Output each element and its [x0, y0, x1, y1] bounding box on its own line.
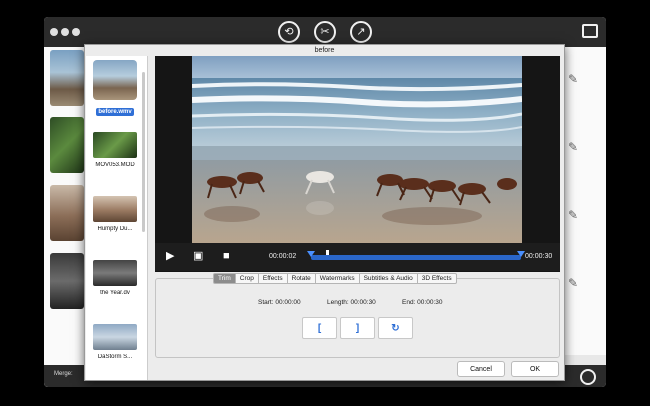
pencil-icon[interactable]: ✎	[568, 72, 578, 86]
trim-start: Start: 00:00:00	[258, 299, 301, 306]
timeline-slider[interactable]	[311, 255, 521, 260]
end-time: 00:00:30	[525, 253, 553, 260]
file-item-the-year[interactable]: the Year.dv	[91, 260, 139, 296]
file-list-scrollbar[interactable]	[142, 72, 145, 232]
pencil-icon[interactable]: ✎	[568, 140, 578, 154]
pencil-icon[interactable]: ✎	[568, 276, 578, 290]
export-icon[interactable]: ↗	[350, 21, 372, 43]
file-item-mov053[interactable]: MOV053.MOD	[91, 132, 139, 168]
edit-icon[interactable]: ✂	[314, 21, 336, 43]
trim-start-marker[interactable]	[307, 251, 315, 257]
close-window-icon[interactable]	[50, 28, 58, 36]
pencil-icon[interactable]: ✎	[568, 208, 578, 222]
file-label: MOV053.MOD	[95, 162, 135, 168]
file-thumb	[93, 324, 137, 350]
main-thumb-3[interactable]	[50, 185, 84, 241]
ok-button[interactable]: OK	[511, 361, 559, 377]
convert-start-icon[interactable]	[580, 369, 596, 385]
frame-icon[interactable]: ▣	[193, 251, 203, 262]
video-frame[interactable]	[192, 56, 522, 243]
set-end-button[interactable]: ]	[340, 317, 375, 339]
file-thumb	[93, 260, 137, 286]
convert-icon[interactable]: ⟲	[278, 21, 300, 43]
main-edit-strip	[564, 47, 606, 355]
stop-icon[interactable]: ■	[223, 251, 230, 262]
settings-icon[interactable]	[582, 24, 598, 38]
reset-button[interactable]: ↻	[378, 317, 413, 339]
play-icon[interactable]: ▶	[166, 251, 174, 262]
trim-length: Length: 00:00:30	[327, 299, 376, 306]
merge-label: Merge:	[54, 371, 73, 377]
tab-watermarks[interactable]: Watermarks	[315, 273, 360, 284]
dialog-title: before	[314, 47, 335, 54]
file-label: before.wmv	[96, 108, 134, 116]
tab-3d-effects[interactable]: 3D Effects	[417, 273, 457, 284]
file-thumb	[93, 132, 137, 158]
tab-rotate[interactable]: Rotate	[287, 273, 316, 284]
cancel-button[interactable]: Cancel	[457, 361, 505, 377]
file-item-dastorm[interactable]: DaStorm S...	[91, 324, 139, 360]
file-thumb	[93, 196, 137, 222]
video-preview: ▶ ▣ ■ 00:00:02 00:00:30	[155, 56, 560, 272]
main-thumb-1[interactable]	[50, 50, 84, 106]
tab-trim[interactable]: Trim	[213, 273, 236, 284]
trim-end-marker[interactable]	[517, 251, 525, 257]
stage: ⟲ ✂ ↗ ✎ ✎ ✎ ✎ Merge: before before.wmv M…	[0, 0, 650, 406]
file-label: the Year.dv	[100, 290, 130, 296]
tab-subtitles-audio[interactable]: Subtitles & Audio	[359, 273, 418, 284]
edit-dialog: before before.wmv MOV053.MOD Humpty Du..…	[84, 44, 565, 381]
file-item-before[interactable]: before.wmv	[91, 60, 139, 121]
player-controls: ▶ ▣ ■ 00:00:02 00:00:30	[155, 243, 560, 271]
file-label: Humpty Du...	[97, 226, 133, 232]
set-start-button[interactable]: [	[302, 317, 337, 339]
video-image	[192, 56, 522, 243]
tab-crop[interactable]: Crop	[235, 273, 259, 284]
trim-panel: Start: 00:00:00 Length: 00:00:30 End: 00…	[155, 278, 560, 358]
main-toolbar: ⟲ ✂ ↗	[44, 17, 606, 47]
main-thumb-2[interactable]	[50, 117, 84, 173]
file-list: before.wmv MOV053.MOD Humpty Du... the Y…	[86, 56, 148, 380]
tab-effects[interactable]: Effects	[258, 273, 288, 284]
current-time: 00:00:02	[269, 253, 297, 260]
file-thumb	[93, 60, 137, 100]
file-label: DaStorm S...	[97, 354, 133, 360]
main-file-strip	[44, 47, 86, 387]
edit-tabs: Trim Crop Effects Rotate Watermarks Subt…	[213, 273, 457, 284]
playhead[interactable]	[325, 250, 329, 255]
main-thumb-4[interactable]	[50, 253, 84, 309]
zoom-window-icon[interactable]	[72, 28, 80, 36]
trim-end: End: 00:00:30	[402, 299, 443, 306]
minimize-window-icon[interactable]	[61, 28, 69, 36]
file-item-humpty[interactable]: Humpty Du...	[91, 196, 139, 232]
